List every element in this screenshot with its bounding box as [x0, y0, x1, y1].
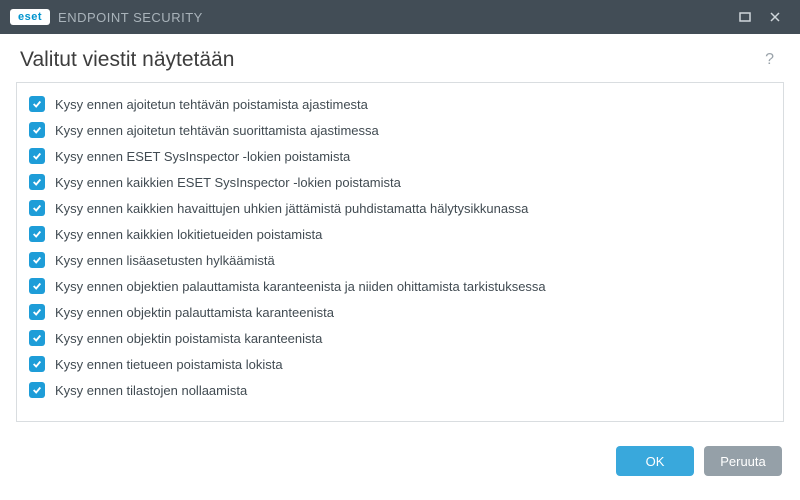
- list-item-label: Kysy ennen kaikkien ESET SysInspector -l…: [55, 175, 401, 190]
- list-item: Kysy ennen ESET SysInspector -lokien poi…: [27, 143, 773, 169]
- brand-badge: eset: [10, 9, 50, 25]
- close-icon: [769, 11, 781, 23]
- checkbox[interactable]: [29, 382, 45, 398]
- list-item: Kysy ennen tilastojen nollaamista: [27, 377, 773, 403]
- check-icon: [32, 203, 42, 213]
- list-item-label: Kysy ennen tilastojen nollaamista: [55, 383, 247, 398]
- list-item-label: Kysy ennen tietueen poistamista lokista: [55, 357, 283, 372]
- checkbox[interactable]: [29, 122, 45, 138]
- checkbox[interactable]: [29, 278, 45, 294]
- brand-product-name: ENDPOINT SECURITY: [58, 10, 203, 25]
- minimize-icon: [739, 11, 751, 23]
- check-icon: [32, 307, 42, 317]
- check-icon: [32, 255, 42, 265]
- check-icon: [32, 281, 42, 291]
- checkbox[interactable]: [29, 252, 45, 268]
- checkbox[interactable]: [29, 96, 45, 112]
- minimize-button[interactable]: [730, 0, 760, 34]
- list-item-label: Kysy ennen kaikkien lokitietueiden poist…: [55, 227, 322, 242]
- checkbox[interactable]: [29, 200, 45, 216]
- list-item: Kysy ennen ajoitetun tehtävän suorittami…: [27, 117, 773, 143]
- page-title: Valitut viestit näytetään: [20, 48, 759, 72]
- checkbox[interactable]: [29, 148, 45, 164]
- list-item: Kysy ennen ajoitetun tehtävän poistamist…: [27, 91, 773, 117]
- checkbox[interactable]: [29, 174, 45, 190]
- list-item: Kysy ennen objektin palauttamista karant…: [27, 299, 773, 325]
- check-icon: [32, 229, 42, 239]
- cancel-button[interactable]: Peruuta: [704, 446, 782, 476]
- list-item: Kysy ennen lisäasetusten hylkäämistä: [27, 247, 773, 273]
- check-icon: [32, 385, 42, 395]
- list-item-label: Kysy ennen objektien palauttamista karan…: [55, 279, 546, 294]
- check-icon: [32, 333, 42, 343]
- check-icon: [32, 359, 42, 369]
- list-item-label: Kysy ennen ajoitetun tehtävän poistamist…: [55, 97, 368, 112]
- checkbox[interactable]: [29, 226, 45, 242]
- list-item-label: Kysy ennen objektin poistamista karantee…: [55, 331, 322, 346]
- ok-button[interactable]: OK: [616, 446, 694, 476]
- close-button[interactable]: [760, 0, 790, 34]
- list-item: Kysy ennen objektien palauttamista karan…: [27, 273, 773, 299]
- window: eset ENDPOINT SECURITY Valitut viestit n…: [0, 0, 800, 500]
- check-icon: [32, 99, 42, 109]
- help-button[interactable]: ?: [759, 51, 780, 69]
- footer: OK Peruuta: [0, 422, 800, 500]
- list-item-label: Kysy ennen kaikkien havaittujen uhkien j…: [55, 201, 528, 216]
- list-item-label: Kysy ennen ajoitetun tehtävän suorittami…: [55, 123, 379, 138]
- list-item-label: Kysy ennen lisäasetusten hylkäämistä: [55, 253, 275, 268]
- list-item: Kysy ennen kaikkien ESET SysInspector -l…: [27, 169, 773, 195]
- list-item: Kysy ennen tietueen poistamista lokista: [27, 351, 773, 377]
- list-item: Kysy ennen objektin poistamista karantee…: [27, 325, 773, 351]
- checkbox[interactable]: [29, 330, 45, 346]
- checkbox[interactable]: [29, 304, 45, 320]
- check-icon: [32, 151, 42, 161]
- list-item: Kysy ennen kaikkien havaittujen uhkien j…: [27, 195, 773, 221]
- list-item: Kysy ennen kaikkien lokitietueiden poist…: [27, 221, 773, 247]
- check-icon: [32, 125, 42, 135]
- heading-row: Valitut viestit näytetään ?: [0, 34, 800, 82]
- checkbox[interactable]: [29, 356, 45, 372]
- list-item-label: Kysy ennen objektin palauttamista karant…: [55, 305, 334, 320]
- check-icon: [32, 177, 42, 187]
- message-list[interactable]: Kysy ennen ajoitetun tehtävän poistamist…: [16, 82, 784, 422]
- list-item-label: Kysy ennen ESET SysInspector -lokien poi…: [55, 149, 350, 164]
- titlebar: eset ENDPOINT SECURITY: [0, 0, 800, 34]
